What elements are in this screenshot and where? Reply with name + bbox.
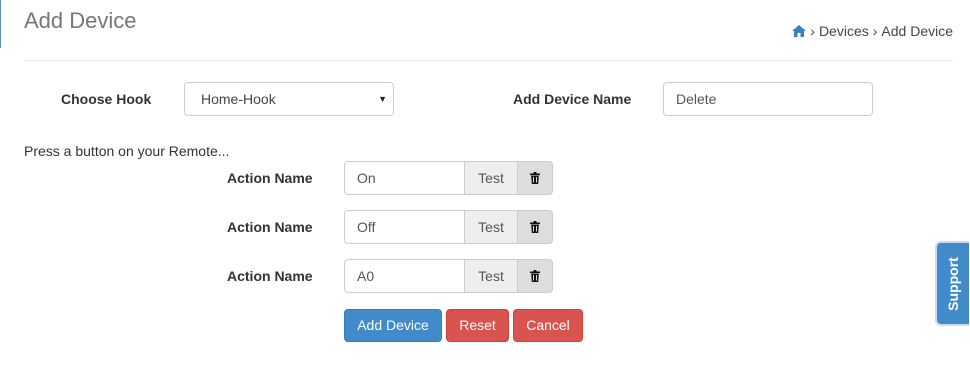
action-name-label: Action Name	[227, 268, 313, 284]
device-name-input[interactable]: Delete	[663, 82, 873, 116]
hook-select-value: Home-Hook	[201, 91, 276, 107]
support-label: Support	[945, 256, 961, 311]
trash-icon	[530, 270, 540, 282]
chevron-down-icon: ▼	[378, 94, 387, 104]
cancel-button[interactable]: Cancel	[513, 309, 583, 342]
trash-icon	[530, 172, 540, 184]
breadcrumb-separator: ›	[872, 23, 878, 39]
action-name-input[interactable]: On	[344, 161, 465, 195]
breadcrumb-item-devices[interactable]: Devices	[819, 23, 869, 39]
header-divider	[24, 60, 953, 61]
breadcrumb-separator: ›	[810, 23, 815, 39]
test-button[interactable]: Test	[465, 210, 518, 244]
test-button[interactable]: Test	[465, 259, 518, 293]
breadcrumb: › Devices › Add Device	[792, 23, 953, 39]
left-accent-rule	[0, 0, 1, 48]
action-row: A0 Test	[344, 259, 553, 293]
breadcrumb-item-add-device: Add Device	[881, 23, 953, 39]
hook-select[interactable]: Home-Hook ▼	[184, 82, 394, 116]
action-name-input[interactable]: Off	[344, 210, 465, 244]
action-row: Off Test	[344, 210, 553, 244]
device-name-label: Add Device Name	[513, 91, 632, 107]
trash-icon	[530, 221, 540, 233]
support-tab[interactable]: Support	[935, 241, 969, 326]
remote-hint: Press a button on your Remote...	[24, 143, 230, 159]
choose-hook-label: Choose Hook	[61, 91, 152, 107]
action-row: On Test	[344, 161, 553, 195]
test-button[interactable]: Test	[465, 161, 518, 195]
add-device-button[interactable]: Add Device	[344, 309, 442, 342]
action-name-input[interactable]: A0	[344, 259, 465, 293]
reset-button[interactable]: Reset	[446, 309, 509, 342]
page-title: Add Device	[24, 8, 137, 33]
home-icon[interactable]	[792, 25, 807, 37]
action-name-label: Action Name	[227, 219, 313, 235]
delete-action-button[interactable]	[518, 210, 553, 244]
delete-action-button[interactable]	[518, 259, 553, 293]
action-name-label: Action Name	[227, 170, 313, 186]
delete-action-button[interactable]	[518, 161, 553, 195]
